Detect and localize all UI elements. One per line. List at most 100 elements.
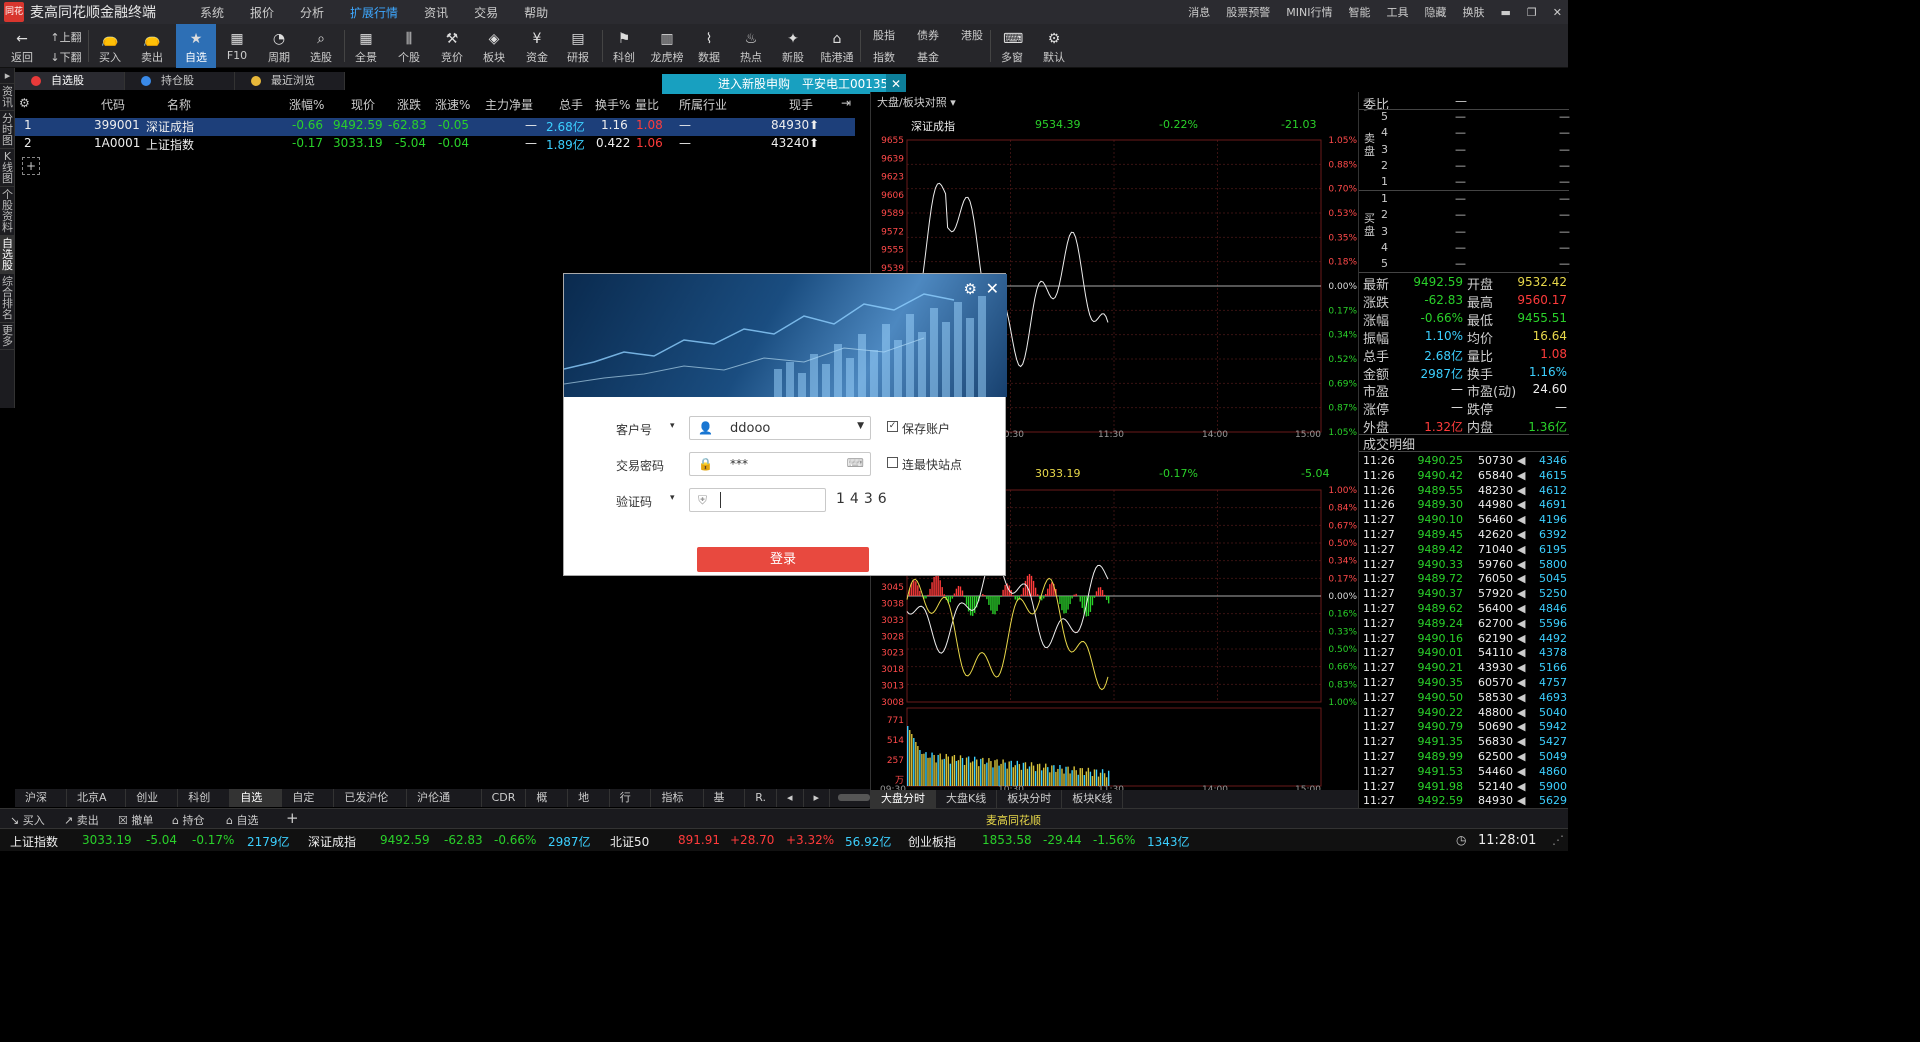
col-flow[interactable]: 主力净量 <box>485 96 533 113</box>
tab-sector-timeshare[interactable]: 板块分时 <box>997 790 1063 808</box>
tab-market[interactable]: 科创板 <box>178 789 231 822</box>
pin-icon[interactable]: ⇥ <box>841 96 851 110</box>
tab-market[interactable]: 已发沪伦通 <box>334 789 408 822</box>
left-tab-more[interactable]: 更多 <box>0 323 15 350</box>
menu-help[interactable]: 帮助 <box>524 4 548 21</box>
tab-market[interactable]: 自定义 <box>282 789 335 822</box>
login-button[interactable]: 登录 <box>697 547 869 572</box>
tab-market[interactable]: R. <box>745 789 777 807</box>
watch-button[interactable]: ⌂ 自选 <box>226 812 258 828</box>
minimize-icon[interactable]: ▬ <box>1501 6 1511 19</box>
col-volume[interactable]: 现手 <box>789 96 813 113</box>
fund-flow-button[interactable]: ¥ 资金 <box>517 24 557 68</box>
tab-market[interactable]: 自选股 <box>230 789 283 822</box>
col-speed[interactable]: 涨速% <box>435 96 470 113</box>
quick-buy-button[interactable]: ↘ 买入 <box>10 812 45 828</box>
scroll-left-icon[interactable]: ◂ <box>777 789 804 807</box>
settings-gear-icon[interactable]: ⚙ <box>964 280 977 298</box>
table-row[interactable]: 1 399001 深证成指 -0.66 9492.59 -62.83 -0.05… <box>15 118 855 136</box>
buy-button[interactable]: 👝 买入 <box>90 24 130 68</box>
menu-extended-market[interactable]: 扩展行情 <box>350 4 398 21</box>
left-tab-kline[interactable]: K线图 <box>0 149 15 187</box>
menu-quote[interactable]: 报价 <box>250 4 274 21</box>
tab-market[interactable]: 指标股 <box>651 789 704 822</box>
tab-market[interactable]: 沪伦通CDR <box>407 789 482 822</box>
left-tab-ranking[interactable]: 综合排名 <box>0 274 15 323</box>
star-market-button[interactable]: ⚑ 科创 <box>604 24 644 68</box>
captcha-field[interactable]: ⛨ <box>689 488 826 512</box>
index-futures-button[interactable]: 股指 <box>862 24 906 46</box>
quick-sell-button[interactable]: ↗ 卖出 <box>64 812 99 828</box>
col-ratio[interactable]: 量比 <box>635 96 659 113</box>
tab-holdings[interactable]: 持仓股 <box>125 72 235 90</box>
back-button[interactable]: ← 返回 <box>2 24 42 68</box>
col-industry[interactable]: 所属行业 <box>679 96 727 113</box>
sector-button[interactable]: ◈ 板块 <box>474 24 514 68</box>
tab-sector-kline[interactable]: 板块K线 <box>1062 790 1124 808</box>
multi-window-button[interactable]: ⌨ 多窗 <box>992 24 1032 68</box>
hide-button[interactable]: 隐藏 <box>1425 4 1447 20</box>
close-icon[interactable]: ✕ <box>1553 6 1562 19</box>
f10-button[interactable]: ▦ F10 <box>217 24 257 68</box>
maximize-icon[interactable]: ❐ <box>1527 6 1537 19</box>
menu-trade[interactable]: 交易 <box>474 4 498 21</box>
col-code[interactable]: 代码 <box>101 96 125 113</box>
dialog-close-icon[interactable]: ✕ <box>986 279 999 298</box>
cycle-button[interactable]: ◔ 周期 <box>259 24 299 68</box>
fastest-site-checkbox[interactable] <box>887 457 898 468</box>
menu-news[interactable]: 资讯 <box>424 4 448 21</box>
expand-icon[interactable]: ▸ <box>0 68 15 84</box>
ticker-name[interactable]: 上证指数 <box>10 833 58 850</box>
hk-stock-button[interactable]: 港股 <box>950 24 994 46</box>
col-name[interactable]: 名称 <box>167 96 191 113</box>
bonds-button[interactable]: 债券 <box>906 24 950 46</box>
table-row[interactable]: 2 1A0001 上证指数 -0.17 3033.19 -5.04 -0.04 … <box>15 136 855 154</box>
tab-index-kline[interactable]: 大盘K线 <box>936 790 998 808</box>
page-down-button[interactable]: ↓ 下翻 <box>44 46 88 68</box>
hk-connect-button[interactable]: ⌂ 陆港通 <box>815 24 859 68</box>
keyboard-icon[interactable]: ⌨ <box>847 456 864 470</box>
col-price[interactable]: 现价 <box>351 96 375 113</box>
page-up-button[interactable]: ↑ 上翻 <box>44 26 88 48</box>
default-button[interactable]: ⚙ 默认 <box>1034 24 1074 68</box>
account-field[interactable]: 👤 ddooo ▼ <box>689 416 871 440</box>
stock-button[interactable]: ⫼ 个股 <box>389 24 429 68</box>
add-stock-button[interactable]: + <box>22 157 40 175</box>
tab-recent[interactable]: 最近浏览 <box>235 72 345 90</box>
sell-button[interactable]: 👝 卖出 <box>132 24 172 68</box>
tab-market[interactable]: 沪深京 <box>15 789 68 822</box>
bidding-button[interactable]: ⚒ 竞价 <box>432 24 472 68</box>
scroll-right-icon[interactable]: ▸ <box>804 789 831 807</box>
tab-market[interactable]: CDR <box>482 789 527 807</box>
captcha-type-dropdown[interactable]: ▾ <box>670 493 675 503</box>
add-icon[interactable]: + <box>286 809 299 827</box>
hot-button[interactable]: ♨ 热点 <box>731 24 771 68</box>
stock-picker-button[interactable]: ⌕ 选股 <box>301 24 341 68</box>
horizontal-scrollbar[interactable] <box>838 794 871 801</box>
account-type-dropdown[interactable]: ▾ <box>670 421 675 431</box>
tab-watchlist[interactable]: 自选股 <box>15 72 125 90</box>
stock-alert-button[interactable]: 股票预警 <box>1226 4 1270 20</box>
tab-market[interactable]: 创业板 <box>126 789 179 822</box>
ipo-banner[interactable]: 进入新股申购 平安电工001359 ✕ <box>662 74 906 94</box>
left-tab-news[interactable]: 资讯 <box>0 84 15 111</box>
dragon-tiger-button[interactable]: ▥ 龙虎榜 <box>644 24 690 68</box>
col-chg[interactable]: 涨跌 <box>397 96 421 113</box>
new-stock-button[interactable]: ✦ 新股 <box>773 24 813 68</box>
col-turnover[interactable]: 换手% <box>595 96 630 113</box>
col-pct[interactable]: 涨幅% <box>289 96 324 113</box>
left-tab-watchlist[interactable]: 自选股 <box>0 236 15 274</box>
resize-grip-icon[interactable]: ⋰ <box>1552 833 1564 847</box>
mini-quote-button[interactable]: MINI行情 <box>1286 4 1332 20</box>
settings-icon[interactable]: ⚙ <box>19 96 30 110</box>
positions-button[interactable]: ⌂ 持仓 <box>172 812 204 828</box>
index-button[interactable]: 指数 <box>862 46 906 68</box>
tab-market[interactable]: 基金 <box>704 789 746 822</box>
left-tab-profile[interactable]: 个股资料 <box>0 187 15 236</box>
chart-selector[interactable]: 大盘/板块对照 ▾ <box>877 94 956 110</box>
data-button[interactable]: ⌇ 数据 <box>689 24 729 68</box>
menu-system[interactable]: 系统 <box>200 4 224 21</box>
tab-market[interactable]: 概念 <box>526 789 569 822</box>
col-amount[interactable]: 总手 <box>559 96 583 113</box>
cancel-order-button[interactable]: ☒ 撤单 <box>118 812 153 828</box>
